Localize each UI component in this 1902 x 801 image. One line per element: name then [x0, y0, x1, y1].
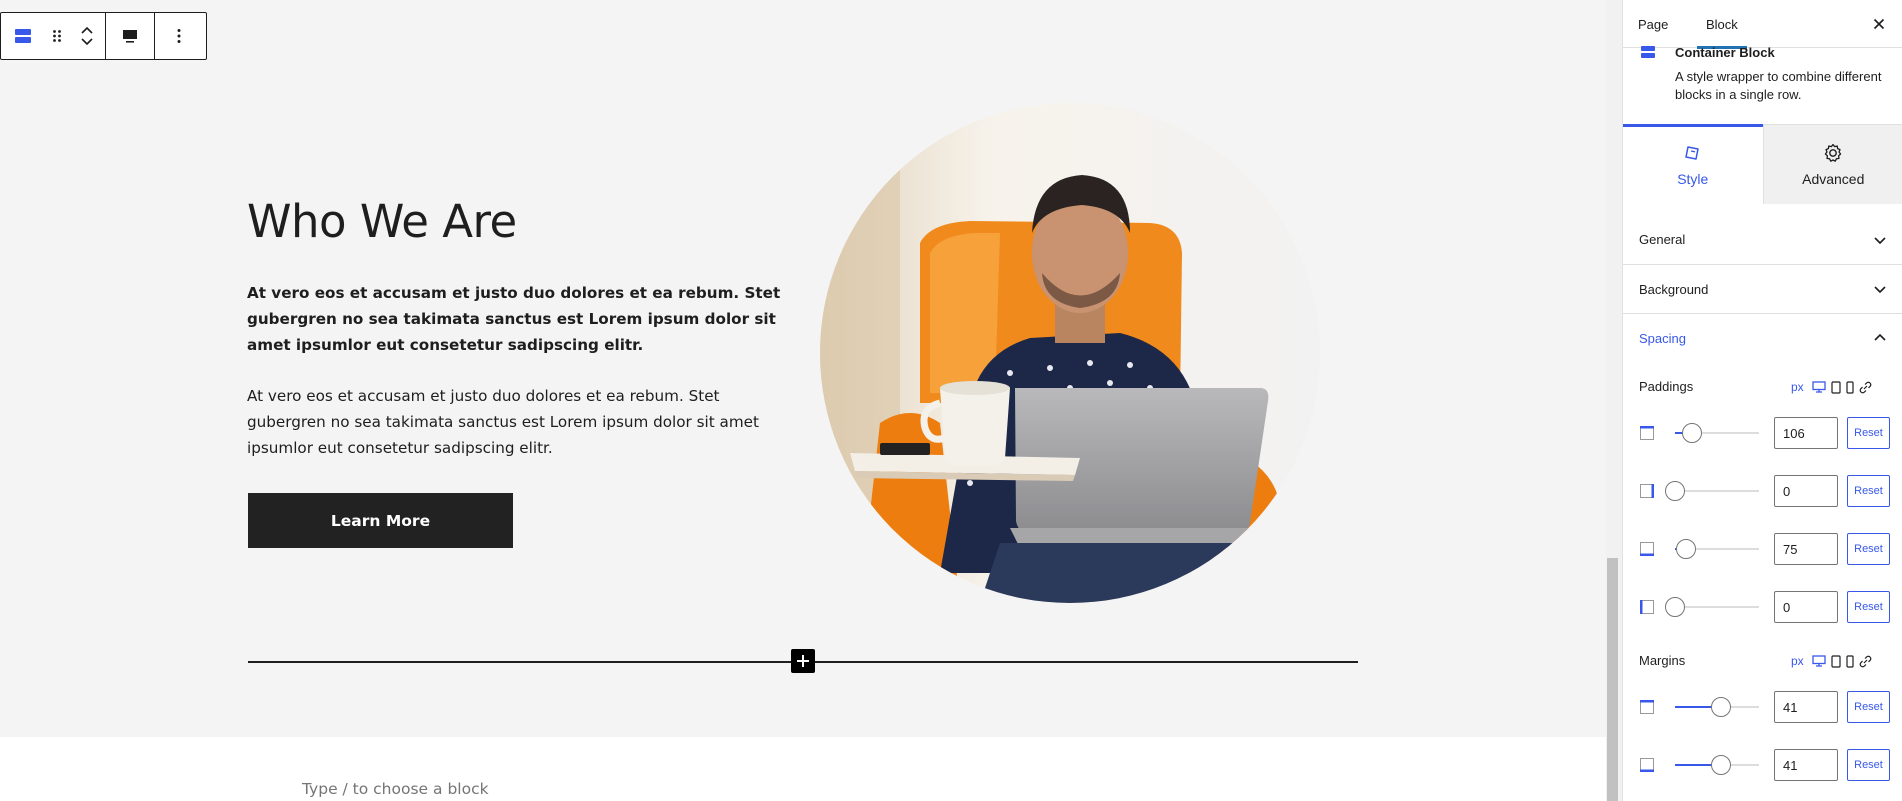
chevron-down-icon[interactable]	[80, 36, 94, 46]
link-icon[interactable]	[1859, 655, 1872, 668]
margin-bottom-slider[interactable]	[1675, 755, 1759, 775]
margin-top-control: Reset	[1623, 691, 1902, 723]
slider-thumb[interactable]	[1675, 539, 1696, 559]
margins-label: Margins	[1639, 653, 1686, 668]
padding-right-control: Reset	[1623, 475, 1902, 507]
padding-right-input[interactable]	[1774, 475, 1838, 507]
container-block-icon[interactable]	[1, 13, 45, 59]
margin-bottom-reset-button[interactable]: Reset	[1847, 749, 1890, 781]
toolbar-group-block	[1, 13, 106, 59]
padding-right-slider[interactable]	[1665, 481, 1759, 501]
tab-advanced[interactable]: Advanced	[1762, 124, 1902, 204]
add-block-icon[interactable]	[791, 649, 815, 673]
slider-thumb[interactable]	[1665, 597, 1685, 617]
intro-paragraph-bold[interactable]: At vero eos et accusam et justo duo dolo…	[247, 280, 792, 358]
mobile-icon[interactable]	[1846, 654, 1854, 668]
editor-canvas[interactable]: Who We Are At vero eos et accusam et jus…	[0, 0, 1606, 801]
block-card-description: A style wrapper to combine different blo…	[1675, 69, 1882, 102]
padding-top-icon	[1639, 425, 1655, 446]
chevron-down-icon	[1873, 284, 1887, 294]
padding-left-control: Reset	[1623, 591, 1902, 623]
margin-bottom-input[interactable]	[1774, 749, 1838, 781]
container-block-icon	[1640, 44, 1656, 65]
panel-background[interactable]: Background	[1623, 264, 1902, 313]
padding-left-reset-button[interactable]: Reset	[1847, 591, 1890, 623]
padding-bottom-input[interactable]	[1774, 533, 1838, 565]
padding-top-control: Reset	[1623, 417, 1902, 449]
intro-paragraph[interactable]: At vero eos et accusam et justo duo dolo…	[247, 383, 792, 461]
slider-thumb[interactable]	[1711, 697, 1732, 717]
default-block-appender[interactable]: Type / to choose a block	[302, 780, 489, 798]
panel-background-title: Background	[1639, 281, 1709, 297]
padding-right-reset-button[interactable]: Reset	[1847, 475, 1890, 507]
panel-general[interactable]: General	[1623, 215, 1902, 264]
tab-advanced-label: Advanced	[1802, 171, 1865, 187]
chevron-down-icon	[1873, 235, 1887, 245]
margins-unit-controls: px	[1791, 654, 1872, 668]
padding-top-reset-button[interactable]: Reset	[1847, 417, 1890, 449]
chevron-up-icon	[1873, 333, 1887, 343]
panel-spacing[interactable]: Spacing	[1623, 313, 1902, 362]
padding-bottom-control: Reset	[1623, 533, 1902, 565]
slider-thumb[interactable]	[1665, 481, 1685, 501]
paddings-label: Paddings	[1639, 379, 1694, 394]
align-full-icon[interactable]	[106, 13, 154, 59]
slider-thumb[interactable]	[1711, 755, 1732, 775]
slider-thumb[interactable]	[1681, 423, 1702, 443]
style-advanced-tabs: Style Advanced	[1623, 124, 1902, 204]
margin-top-input[interactable]	[1774, 691, 1838, 723]
tablet-icon[interactable]	[1831, 380, 1841, 394]
margin-top-reset-button[interactable]: Reset	[1847, 691, 1890, 723]
link-icon[interactable]	[1859, 381, 1872, 394]
unit-px-toggle[interactable]: px	[1791, 654, 1804, 668]
padding-left-slider[interactable]	[1665, 597, 1759, 617]
paddings-unit-controls: px	[1791, 380, 1872, 394]
padding-bottom-slider[interactable]	[1675, 539, 1759, 559]
tablet-icon[interactable]	[1831, 654, 1841, 668]
gear-icon	[1822, 142, 1844, 164]
scrollbar-thumb[interactable]	[1607, 558, 1618, 801]
learn-more-button[interactable]: Learn More	[248, 493, 513, 548]
drag-handle-icon[interactable]	[45, 13, 69, 59]
block-card-title: Container Block	[1675, 45, 1775, 60]
hero-image[interactable]	[820, 103, 1320, 603]
padding-top-slider[interactable]	[1675, 423, 1759, 443]
block-toolbar	[0, 12, 207, 60]
sidebar-tabs: Page Block	[1623, 0, 1902, 49]
tab-style-label: Style	[1677, 171, 1709, 187]
margin-top-icon	[1639, 699, 1655, 720]
container-block[interactable]: Who We Are At vero eos et accusam et jus…	[0, 0, 1606, 737]
toolbar-group-align	[106, 13, 155, 59]
move-buttons	[69, 13, 105, 59]
mobile-icon[interactable]	[1846, 380, 1854, 394]
desktop-icon[interactable]	[1812, 655, 1826, 667]
margin-bottom-control: Reset	[1623, 749, 1902, 781]
padding-bottom-reset-button[interactable]: Reset	[1847, 533, 1890, 565]
tab-page[interactable]: Page	[1638, 0, 1668, 48]
margin-top-slider[interactable]	[1675, 697, 1759, 717]
padding-left-icon	[1639, 599, 1655, 620]
brush-icon	[1683, 144, 1703, 164]
toolbar-group-options	[155, 13, 203, 59]
close-icon[interactable]	[1867, 12, 1891, 36]
unit-px-toggle[interactable]: px	[1791, 380, 1804, 394]
panel-spacing-title: Spacing	[1639, 330, 1686, 346]
padding-right-icon	[1639, 483, 1655, 504]
heading[interactable]: Who We Are	[247, 193, 517, 251]
padding-bottom-icon	[1639, 541, 1655, 562]
tab-style[interactable]: Style	[1623, 124, 1763, 204]
desktop-icon[interactable]	[1812, 381, 1826, 393]
panel-general-title: General	[1639, 232, 1686, 247]
margin-bottom-icon	[1639, 757, 1655, 778]
padding-left-input[interactable]	[1774, 591, 1838, 623]
tab-block[interactable]: Block	[1697, 0, 1747, 49]
chevron-up-icon[interactable]	[80, 26, 94, 36]
settings-sidebar: Page Block Container Block A style wrapp…	[1622, 0, 1902, 801]
more-vertical-icon[interactable]	[155, 13, 203, 59]
padding-top-input[interactable]	[1774, 417, 1838, 449]
